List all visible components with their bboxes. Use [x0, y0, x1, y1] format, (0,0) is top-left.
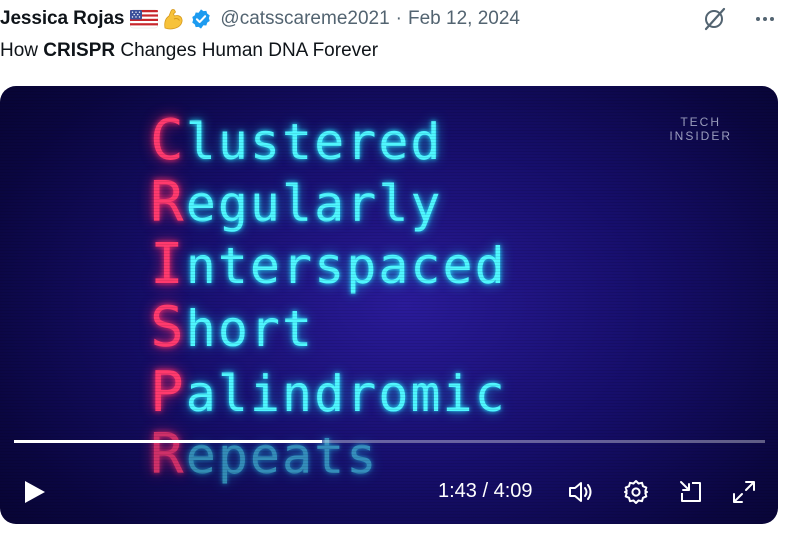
video-player[interactable]: TECH INSIDER Clustered Regularly Intersp…: [0, 86, 778, 524]
acronym-word: hort: [185, 300, 315, 358]
acronym-letter: P: [150, 360, 186, 425]
fullscreen-icon[interactable]: [730, 478, 758, 506]
video-controls: 1:43 / 4:09: [0, 474, 778, 510]
acronym-letter: C: [150, 108, 186, 173]
verified-badge-icon: [190, 8, 212, 30]
grok-icon[interactable]: [700, 4, 730, 34]
play-icon[interactable]: [22, 478, 48, 506]
acronym-letter: I: [150, 232, 186, 297]
acronym-line: Palindromic: [150, 365, 507, 421]
separator-dot: ·: [395, 8, 402, 29]
acronym-word: alindromic: [185, 365, 507, 423]
acronym-line: Interspaced: [150, 237, 507, 293]
header-actions: [700, 4, 780, 34]
acronym-word: lustered: [185, 113, 443, 171]
brand-line-1: TECH: [680, 115, 721, 129]
acronym-letter: S: [150, 295, 186, 360]
acronym-line: Short: [150, 300, 314, 356]
pip-icon[interactable]: [677, 478, 705, 506]
tweet-text-bold: CRISPR: [43, 40, 116, 61]
acronym-line: Regularly: [150, 175, 443, 231]
progress-bar[interactable]: [14, 440, 765, 443]
acronym-word: nterspaced: [185, 237, 507, 295]
tweet-date[interactable]: Feb 12, 2024: [408, 8, 520, 30]
author-handle[interactable]: @catsscareme2021: [220, 8, 389, 30]
acronym-line: Clustered: [150, 113, 443, 169]
acronym-letter: R: [150, 170, 186, 235]
flexed-biceps-icon: [160, 6, 186, 32]
tech-insider-logo: TECH INSIDER: [669, 115, 732, 143]
settings-icon[interactable]: [622, 478, 650, 506]
time-display: 1:43 / 4:09: [438, 480, 533, 502]
tweet-text-prefix: How: [0, 40, 44, 61]
tweet-text-suffix: Changes Human DNA Forever: [115, 40, 379, 61]
tweet-header: Jessica Rojas @catsscareme2021 · Feb 12,…: [0, 0, 804, 38]
author-name[interactable]: Jessica Rojas: [0, 8, 125, 30]
tweet-text: How CRISPR Changes Human DNA Forever: [0, 40, 378, 62]
more-icon[interactable]: [750, 4, 780, 34]
acronym-word: egularly: [185, 175, 443, 233]
brand-line-2: INSIDER: [669, 129, 732, 143]
volume-icon[interactable]: [567, 478, 595, 506]
progress-fill: [14, 440, 322, 443]
flag-us-icon: [130, 9, 159, 29]
